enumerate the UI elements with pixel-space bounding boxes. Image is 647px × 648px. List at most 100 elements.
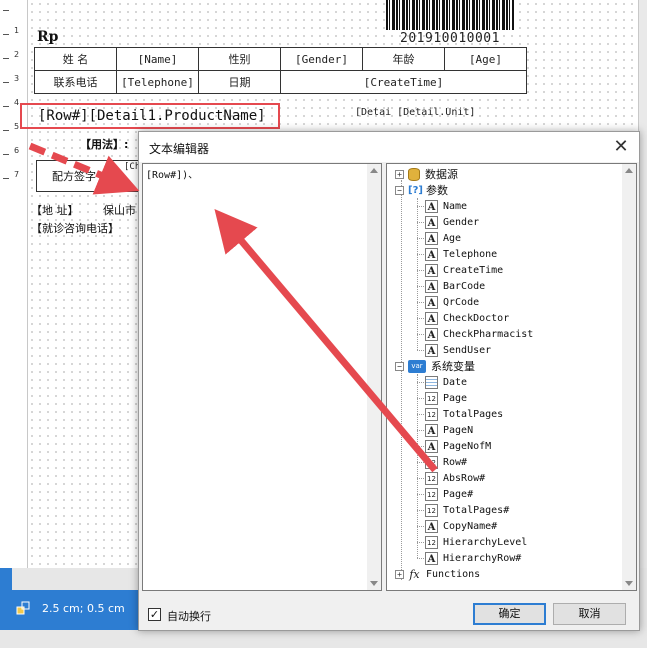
phone-label[interactable]: 【就诊咨询电话】 bbox=[31, 220, 119, 236]
tree-item-sysvar[interactable]: A HierarchyRow# bbox=[417, 550, 521, 566]
collapse-icon[interactable]: − bbox=[395, 361, 404, 371]
tree-item-sysvar[interactable]: 12 TotalPages bbox=[417, 406, 503, 422]
editor-scrollbar[interactable] bbox=[367, 164, 381, 590]
text-icon: A bbox=[425, 231, 438, 245]
tree-item-label: CheckPharmacist bbox=[443, 328, 534, 340]
tree-item-label: Date bbox=[443, 376, 468, 388]
tree-item-label: PageNofM bbox=[443, 440, 492, 452]
tree-item-sysvar[interactable]: A PageNofM bbox=[417, 438, 492, 454]
tree-item-sysvar[interactable]: 12 AbsRow# bbox=[417, 470, 485, 486]
city-label[interactable]: 保山市 bbox=[103, 202, 136, 218]
tree-item-label: 数据源 bbox=[425, 168, 458, 181]
usage-label[interactable]: 【用法】: bbox=[80, 136, 128, 152]
tree-item-label: PageN bbox=[443, 424, 474, 436]
close-button[interactable]: ✕ bbox=[603, 132, 639, 162]
tree-item-param[interactable]: A Telephone bbox=[417, 246, 497, 262]
tree-item-label: CopyName# bbox=[443, 520, 498, 532]
ruler-tick bbox=[3, 154, 9, 155]
tree-item-label: 系统变量 bbox=[431, 360, 475, 373]
tree-item-label: TotalPages# bbox=[443, 504, 510, 516]
address-label[interactable]: 【地 址】 bbox=[31, 202, 79, 218]
scroll-down-icon[interactable] bbox=[370, 581, 378, 586]
tree-item-param[interactable]: A Gender bbox=[417, 214, 479, 230]
table-cell[interactable]: [Telephone] bbox=[116, 70, 199, 94]
table-cell[interactable]: [Age] bbox=[444, 47, 527, 71]
tree-item-sysvar[interactable]: 12 HierarchyLevel bbox=[417, 534, 528, 550]
table-cell[interactable]: 姓 名 bbox=[34, 47, 117, 71]
text-icon: A bbox=[425, 215, 438, 229]
tree-item-label: Row# bbox=[443, 456, 468, 468]
expand-icon[interactable]: + bbox=[395, 169, 404, 179]
tree-item-sysvar[interactable]: A CopyName# bbox=[417, 518, 498, 534]
ruler-number: 3 bbox=[14, 74, 20, 83]
app-window: 1 2 3 4 5 6 7 201910010001 Rp 姓 名 [Name]… bbox=[0, 0, 647, 648]
tree-connector bbox=[417, 382, 424, 383]
detail-unit-field[interactable]: [Detai [Detail.Unit] bbox=[355, 107, 475, 118]
tree-connector bbox=[417, 558, 424, 559]
table-cell[interactable]: 年龄 bbox=[362, 47, 445, 71]
tree-item-sysvar[interactable]: Date bbox=[417, 374, 468, 390]
table-cell[interactable]: 联系电话 bbox=[34, 70, 117, 94]
tree-connector bbox=[417, 494, 424, 495]
tree-item-sysvar[interactable]: 12 Page bbox=[417, 390, 468, 406]
tree-connector bbox=[417, 270, 424, 271]
tree-item-sysvar[interactable]: A PageN bbox=[417, 422, 474, 438]
cancel-button[interactable]: 取消 bbox=[553, 603, 626, 625]
tree-item-datasource[interactable]: + 数据源 bbox=[395, 166, 458, 182]
tree-item-param[interactable]: A CheckDoctor bbox=[417, 310, 509, 326]
tree-item-param[interactable]: A Age bbox=[417, 230, 461, 246]
text-icon: A bbox=[425, 295, 438, 309]
barcode-image[interactable] bbox=[386, 0, 514, 30]
tree-item-sysvar[interactable]: 12 Page# bbox=[417, 486, 474, 502]
ruler-tick bbox=[3, 58, 9, 59]
word-wrap-checkbox[interactable]: ✓ bbox=[148, 608, 161, 621]
scroll-down-icon[interactable] bbox=[625, 581, 633, 586]
tree-item-label: HierarchyLevel bbox=[443, 536, 528, 548]
tree-item-param[interactable]: A BarCode bbox=[417, 278, 485, 294]
ruler-tick bbox=[3, 10, 9, 11]
tree-item-sysvar[interactable]: 12 TotalPages# bbox=[417, 502, 510, 518]
tree-item-param[interactable]: A SendUser bbox=[417, 342, 491, 358]
dialog-titlebar[interactable]: 文本编辑器 ✕ bbox=[139, 132, 639, 162]
editor-text[interactable]: [Row#])、 bbox=[146, 166, 198, 181]
table-cell[interactable]: [Gender] bbox=[280, 47, 363, 71]
table-cell[interactable]: 性别 bbox=[198, 47, 281, 71]
function-icon: fx bbox=[409, 567, 420, 581]
text-editor-dialog: 文本编辑器 ✕ [Row#])、 + 数据源 − [?] 参数 A Name A Gender A… bbox=[138, 131, 640, 631]
tree-item-param[interactable]: A CreateTime bbox=[417, 262, 503, 278]
vertical-ruler: 1 2 3 4 5 6 7 bbox=[0, 0, 28, 568]
tree-item-param[interactable]: A CheckPharmacist bbox=[417, 326, 534, 342]
tree-guide bbox=[417, 374, 418, 558]
expression-editor[interactable]: [Row#])、 bbox=[142, 163, 382, 591]
collapse-icon[interactable]: − bbox=[395, 185, 404, 195]
tree-item-functions[interactable]: + fx Functions bbox=[395, 566, 480, 582]
tree-item-param[interactable]: A Name bbox=[417, 198, 467, 214]
table-cell[interactable]: [CreateTime] bbox=[280, 70, 527, 94]
highlight-box bbox=[20, 103, 280, 129]
tree-scrollbar[interactable] bbox=[622, 164, 636, 590]
data-tree[interactable]: + 数据源 − [?] 参数 A Name A Gender A Age A Telephone A Cre… bbox=[386, 163, 637, 591]
word-wrap-label[interactable]: 自动换行 bbox=[167, 608, 211, 624]
rp-label[interactable]: Rp bbox=[37, 29, 58, 45]
expand-icon[interactable]: + bbox=[395, 569, 404, 579]
dialog-footer: ✓ 自动换行 确定 取消 bbox=[139, 594, 639, 630]
ok-button[interactable]: 确定 bbox=[473, 603, 546, 625]
ruler-number: 1 bbox=[14, 26, 20, 35]
tree-item-sysvar[interactable]: 12 Row# bbox=[417, 454, 468, 470]
scroll-up-icon[interactable] bbox=[370, 168, 378, 173]
status-strip bbox=[0, 568, 12, 590]
scroll-up-icon[interactable] bbox=[625, 168, 633, 173]
dialog-title: 文本编辑器 bbox=[149, 142, 210, 156]
tree-item-parameters[interactable]: − [?] 参数 bbox=[395, 182, 448, 198]
ruler-number: 6 bbox=[14, 146, 20, 155]
tree-item-sysvars[interactable]: − var 系统变量 bbox=[395, 358, 475, 374]
tree-item-label: Page bbox=[443, 392, 468, 404]
tree-item-label: Page# bbox=[443, 488, 474, 500]
text-icon: A bbox=[425, 247, 438, 261]
tree-item-param[interactable]: A QrCode bbox=[417, 294, 479, 310]
tree-connector bbox=[417, 286, 424, 287]
tree-connector bbox=[417, 222, 424, 223]
table-cell[interactable]: [Name] bbox=[116, 47, 199, 71]
table-cell[interactable]: 日期 bbox=[198, 70, 281, 94]
text-icon: A bbox=[425, 279, 438, 293]
